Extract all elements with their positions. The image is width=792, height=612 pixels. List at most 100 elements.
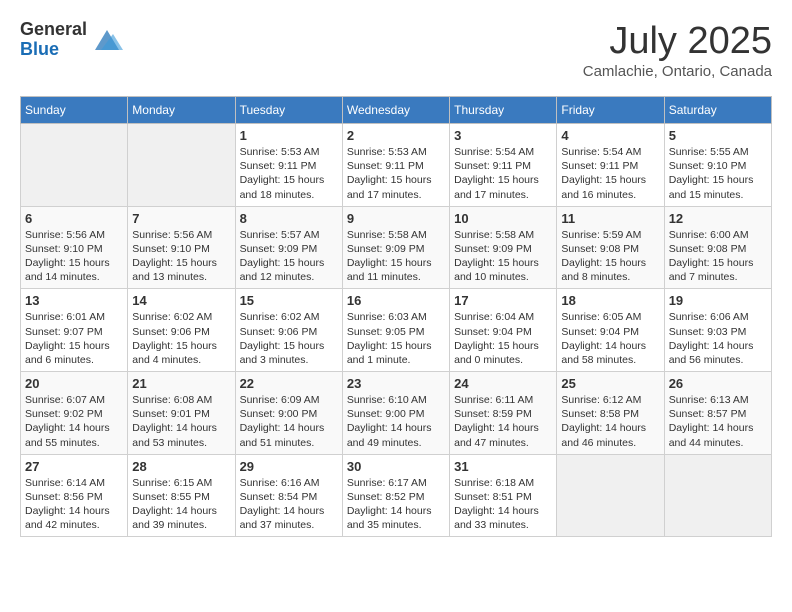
calendar-cell: 12 Sunrise: 6:00 AMSunset: 9:08 PMDayligh… <box>664 206 771 289</box>
calendar-cell: 23 Sunrise: 6:10 AMSunset: 9:00 PMDayligh… <box>342 372 449 455</box>
day-number: 20 <box>25 376 123 391</box>
calendar-header: SundayMondayTuesdayWednesdayThursdayFrid… <box>21 97 772 124</box>
weekday-header-monday: Monday <box>128 97 235 124</box>
cell-content: Sunrise: 5:55 AMSunset: 9:10 PMDaylight:… <box>669 145 767 202</box>
calendar-cell: 14Sunrise: 6:02 AMSunset: 9:06 PMDayligh… <box>128 289 235 372</box>
cell-content: Sunrise: 6:12 AMSunset: 8:58 PMDaylight:… <box>561 393 659 450</box>
calendar-cell: 8 Sunrise: 5:57 AMSunset: 9:09 PMDaylight… <box>235 206 342 289</box>
calendar-cell: 22 Sunrise: 6:09 AMSunset: 9:00 PMDayligh… <box>235 372 342 455</box>
day-number: 8 <box>240 211 338 226</box>
cell-content: Sunrise: 6:07 AMSunset: 9:02 PMDaylight:… <box>25 393 123 450</box>
calendar-cell: 10 Sunrise: 5:58 AMSunset: 9:09 PMDayligh… <box>450 206 557 289</box>
page-header: General Blue July 2025 Camlachie, Ontari… <box>20 20 772 80</box>
weekday-header-wednesday: Wednesday <box>342 97 449 124</box>
month-title: July 2025 <box>583 20 772 63</box>
calendar-cell <box>664 454 771 537</box>
day-number: 29 <box>240 459 338 474</box>
day-number: 4 <box>561 128 659 143</box>
cell-content: Sunrise: 6:09 AMSunset: 9:00 PMDaylight:… <box>240 393 338 450</box>
cell-content: Sunrise: 5:54 AMSunset: 9:11 PMDaylight:… <box>561 145 659 202</box>
day-number: 30 <box>347 459 445 474</box>
cell-content: Sunrise: 6:18 AMSunset: 8:51 PMDaylight:… <box>454 476 552 533</box>
calendar-cell: 17Sunrise: 6:04 AMSunset: 9:04 PMDayligh… <box>450 289 557 372</box>
cell-content: Sunrise: 6:10 AMSunset: 9:00 PMDaylight:… <box>347 393 445 450</box>
calendar-cell: 15Sunrise: 6:02 AMSunset: 9:06 PMDayligh… <box>235 289 342 372</box>
cell-content: Sunrise: 6:17 AMSunset: 8:52 PMDaylight:… <box>347 476 445 533</box>
calendar-cell: 2Sunrise: 5:53 AMSunset: 9:11 PMDaylight… <box>342 124 449 207</box>
calendar-cell: 25 Sunrise: 6:12 AMSunset: 8:58 PMDayligh… <box>557 372 664 455</box>
calendar-cell <box>128 124 235 207</box>
logo: General Blue <box>20 20 123 60</box>
day-number: 13 <box>25 293 123 308</box>
cell-content: Sunrise: 6:16 AMSunset: 8:54 PMDaylight:… <box>240 476 338 533</box>
day-number: 9 <box>347 211 445 226</box>
weekday-header-row: SundayMondayTuesdayWednesdayThursdayFrid… <box>21 97 772 124</box>
calendar-week-2: 6Sunrise: 5:56 AMSunset: 9:10 PMDaylight… <box>21 206 772 289</box>
cell-content: Sunrise: 5:58 AMSunset: 9:09 PMDaylight:… <box>347 228 445 285</box>
calendar-cell: 26Sunrise: 6:13 AMSunset: 8:57 PMDayligh… <box>664 372 771 455</box>
calendar-cell: 5 Sunrise: 5:55 AMSunset: 9:10 PMDaylight… <box>664 124 771 207</box>
cell-content: Sunrise: 6:06 AMSunset: 9:03 PMDaylight:… <box>669 310 767 367</box>
calendar-cell: 19 Sunrise: 6:06 AMSunset: 9:03 PMDayligh… <box>664 289 771 372</box>
day-number: 23 <box>347 376 445 391</box>
calendar-cell: 18 Sunrise: 6:05 AMSunset: 9:04 PMDayligh… <box>557 289 664 372</box>
day-number: 7 <box>132 211 230 226</box>
day-number: 15 <box>240 293 338 308</box>
cell-content: Sunrise: 5:56 AMSunset: 9:10 PMDaylight:… <box>132 228 230 285</box>
day-number: 24 <box>454 376 552 391</box>
cell-content: Sunrise: 6:15 AMSunset: 8:55 PMDaylight:… <box>132 476 230 533</box>
day-number: 31 <box>454 459 552 474</box>
cell-content: Sunrise: 6:08 AMSunset: 9:01 PMDaylight:… <box>132 393 230 450</box>
day-number: 12 <box>669 211 767 226</box>
weekday-header-friday: Friday <box>557 97 664 124</box>
cell-content: Sunrise: 6:03 AMSunset: 9:05 PMDaylight:… <box>347 310 445 367</box>
day-number: 10 <box>454 211 552 226</box>
calendar-body: 1Sunrise: 5:53 AMSunset: 9:11 PMDaylight… <box>21 124 772 537</box>
day-number: 18 <box>561 293 659 308</box>
cell-content: Sunrise: 5:57 AMSunset: 9:09 PMDaylight:… <box>240 228 338 285</box>
day-number: 22 <box>240 376 338 391</box>
day-number: 27 <box>25 459 123 474</box>
calendar-week-1: 1Sunrise: 5:53 AMSunset: 9:11 PMDaylight… <box>21 124 772 207</box>
calendar-cell: 9 Sunrise: 5:58 AMSunset: 9:09 PMDaylight… <box>342 206 449 289</box>
day-number: 16 <box>347 293 445 308</box>
cell-content: Sunrise: 6:02 AMSunset: 9:06 PMDaylight:… <box>132 310 230 367</box>
title-block: July 2025 Camlachie, Ontario, Canada <box>583 20 772 80</box>
calendar-cell: 4 Sunrise: 5:54 AMSunset: 9:11 PMDaylight… <box>557 124 664 207</box>
calendar-cell: 24 Sunrise: 6:11 AMSunset: 8:59 PMDayligh… <box>450 372 557 455</box>
weekday-header-tuesday: Tuesday <box>235 97 342 124</box>
calendar-cell: 20 Sunrise: 6:07 AMSunset: 9:02 PMDayligh… <box>21 372 128 455</box>
cell-content: Sunrise: 6:00 AMSunset: 9:08 PMDaylight:… <box>669 228 767 285</box>
calendar-cell <box>21 124 128 207</box>
calendar-cell: 31 Sunrise: 6:18 AMSunset: 8:51 PMDayligh… <box>450 454 557 537</box>
calendar-cell: 13 Sunrise: 6:01 AMSunset: 9:07 PMDayligh… <box>21 289 128 372</box>
calendar-cell: 7 Sunrise: 5:56 AMSunset: 9:10 PMDaylight… <box>128 206 235 289</box>
calendar-cell: 1Sunrise: 5:53 AMSunset: 9:11 PMDaylight… <box>235 124 342 207</box>
calendar-cell: 27 Sunrise: 6:14 AMSunset: 8:56 PMDayligh… <box>21 454 128 537</box>
logo-general-text: General <box>20 20 87 40</box>
cell-content: Sunrise: 6:01 AMSunset: 9:07 PMDaylight:… <box>25 310 123 367</box>
day-number: 25 <box>561 376 659 391</box>
day-number: 17 <box>454 293 552 308</box>
logo-blue-text: Blue <box>20 40 87 60</box>
calendar-cell <box>557 454 664 537</box>
day-number: 28 <box>132 459 230 474</box>
calendar-week-4: 20 Sunrise: 6:07 AMSunset: 9:02 PMDayligh… <box>21 372 772 455</box>
day-number: 19 <box>669 293 767 308</box>
calendar-cell: 3Sunrise: 5:54 AMSunset: 9:11 PMDaylight… <box>450 124 557 207</box>
day-number: 5 <box>669 128 767 143</box>
calendar-cell: 28 Sunrise: 6:15 AMSunset: 8:55 PMDayligh… <box>128 454 235 537</box>
cell-content: Sunrise: 5:59 AMSunset: 9:08 PMDaylight:… <box>561 228 659 285</box>
cell-content: Sunrise: 6:11 AMSunset: 8:59 PMDaylight:… <box>454 393 552 450</box>
calendar-cell: 16 Sunrise: 6:03 AMSunset: 9:05 PMDayligh… <box>342 289 449 372</box>
weekday-header-thursday: Thursday <box>450 97 557 124</box>
cell-content: Sunrise: 6:05 AMSunset: 9:04 PMDaylight:… <box>561 310 659 367</box>
weekday-header-sunday: Sunday <box>21 97 128 124</box>
cell-content: Sunrise: 5:56 AMSunset: 9:10 PMDaylight:… <box>25 228 123 285</box>
cell-content: Sunrise: 5:58 AMSunset: 9:09 PMDaylight:… <box>454 228 552 285</box>
calendar-table: SundayMondayTuesdayWednesdayThursdayFrid… <box>20 96 772 537</box>
cell-content: Sunrise: 6:14 AMSunset: 8:56 PMDaylight:… <box>25 476 123 533</box>
logo-icon <box>91 22 123 54</box>
calendar-week-5: 27 Sunrise: 6:14 AMSunset: 8:56 PMDayligh… <box>21 454 772 537</box>
calendar-week-3: 13 Sunrise: 6:01 AMSunset: 9:07 PMDayligh… <box>21 289 772 372</box>
